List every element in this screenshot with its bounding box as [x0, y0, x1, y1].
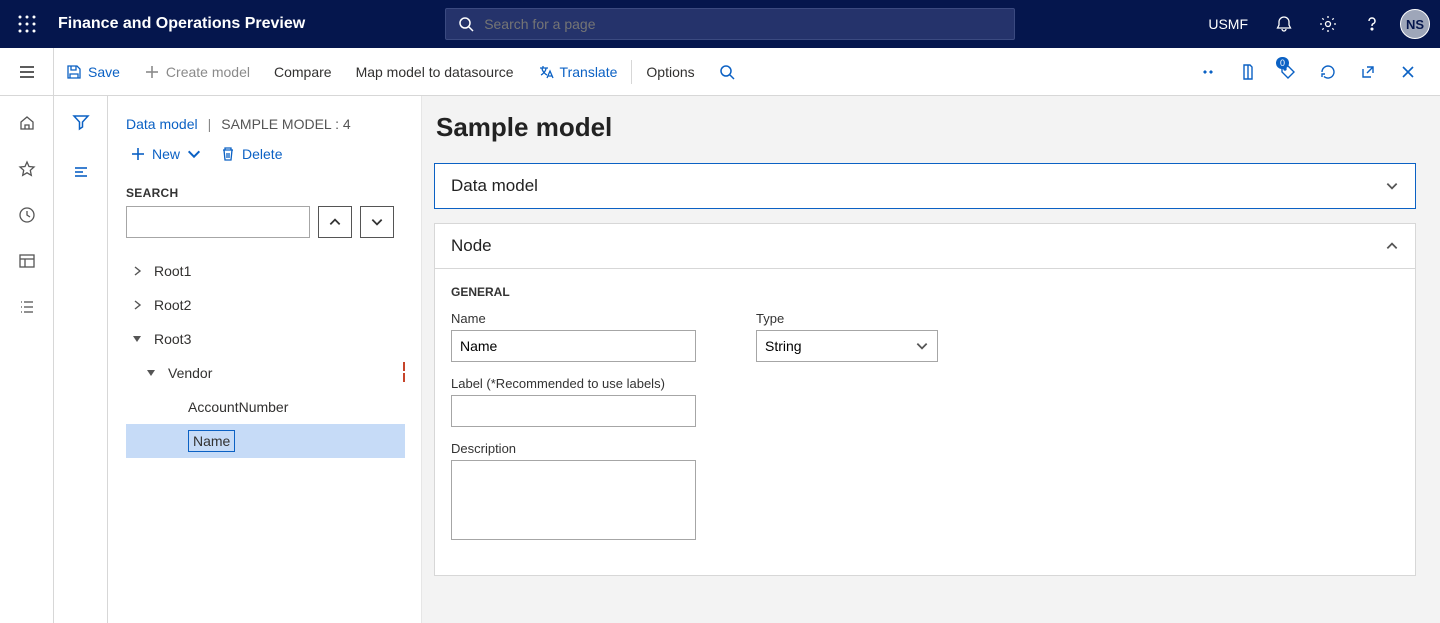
help-icon[interactable] [1350, 0, 1394, 48]
expand-icon[interactable] [130, 264, 144, 278]
translate-icon [538, 64, 554, 80]
options-button[interactable]: Options [634, 48, 706, 96]
tree-node-accountnumber[interactable]: AccountNumber [126, 390, 405, 424]
delete-icon [220, 146, 236, 162]
node-card: Node GENERAL Name Label (*Recommended to… [434, 223, 1416, 576]
modules-icon-button[interactable] [0, 284, 54, 330]
translate-label: Translate [560, 64, 618, 80]
collapse-icon[interactable] [144, 366, 158, 380]
drag-handle-icon[interactable] [403, 362, 405, 382]
global-search[interactable] [445, 8, 1015, 40]
page-title: Sample model [436, 112, 1416, 143]
breadcrumb: Data model | SAMPLE MODEL : 4 [126, 116, 405, 132]
collapse-icon[interactable] [130, 332, 144, 346]
tree-node-root3[interactable]: Root3 [126, 322, 405, 356]
new-node-button[interactable]: New [130, 146, 202, 162]
collapse-panel-icon-button[interactable] [65, 156, 97, 188]
app-launcher-icon[interactable] [0, 0, 54, 48]
create-model-label: Create model [166, 64, 250, 80]
compare-button[interactable]: Compare [262, 48, 344, 96]
label-field-input[interactable] [451, 395, 696, 427]
navigation-rail [0, 96, 54, 623]
search-label: SEARCH [126, 186, 405, 200]
chevron-down-icon [186, 146, 202, 162]
tree-node-vendor[interactable]: Vendor [126, 356, 405, 390]
user-avatar[interactable]: NS [1400, 9, 1430, 39]
tag-badge: 0 [1276, 57, 1289, 69]
company-code[interactable]: USMF [1194, 16, 1262, 32]
model-tree-panel: Data model | SAMPLE MODEL : 4 New Delete… [108, 96, 421, 623]
search-icon [719, 64, 735, 80]
close-icon-button[interactable] [1388, 48, 1428, 96]
workspace: Data model | SAMPLE MODEL : 4 New Delete… [0, 96, 1440, 623]
tree-search-row [126, 206, 405, 238]
save-button[interactable]: Save [54, 48, 132, 96]
breadcrumb-current: SAMPLE MODEL : 4 [221, 116, 350, 132]
home-icon-button[interactable] [0, 100, 54, 146]
settings-icon[interactable] [1306, 0, 1350, 48]
save-icon [66, 64, 82, 80]
type-field-label: Type [756, 311, 938, 326]
tree-node-name[interactable]: Name [126, 424, 405, 458]
general-section-header: GENERAL [451, 285, 1399, 299]
actionbar-divider [631, 60, 632, 84]
tag-icon-button[interactable]: 0 [1268, 48, 1308, 96]
actionbar-search-button[interactable] [707, 48, 747, 96]
top-bar: Finance and Operations Preview USMF NS [0, 0, 1440, 48]
link-icon-button[interactable] [1188, 48, 1228, 96]
data-model-card: Data model [434, 163, 1416, 209]
tree-node-root2[interactable]: Root2 [126, 288, 405, 322]
tree-node-root1[interactable]: Root1 [126, 254, 405, 288]
nav-hamburger-icon[interactable] [0, 48, 54, 96]
type-field-select[interactable]: String [756, 330, 938, 362]
tree-search-input[interactable] [126, 206, 310, 238]
filter-icon-button[interactable] [65, 106, 97, 138]
name-field-label: Name [451, 311, 696, 326]
model-tree: Root1 Root2 Root3 Vendor AccountNumber N… [126, 254, 405, 458]
actionbar-right: 0 [1188, 48, 1440, 96]
create-model-button[interactable]: Create model [132, 48, 262, 96]
refresh-icon-button[interactable] [1308, 48, 1348, 96]
plus-icon [130, 146, 146, 162]
document-icon-button[interactable] [1228, 48, 1268, 96]
tree-toolbar: New Delete [130, 146, 405, 162]
favorites-icon-button[interactable] [0, 146, 54, 192]
chevron-up-icon [1385, 239, 1399, 253]
top-right-controls: USMF NS [1194, 0, 1440, 48]
workspaces-icon-button[interactable] [0, 238, 54, 284]
map-model-to-datasource-button[interactable]: Map model to datasource [344, 48, 526, 96]
translate-button[interactable]: Translate [526, 48, 630, 96]
recent-icon-button[interactable] [0, 192, 54, 238]
open-new-window-icon-button[interactable] [1348, 48, 1388, 96]
description-field-label: Description [451, 441, 696, 456]
node-card-body: GENERAL Name Label (*Recommended to use … [435, 268, 1415, 575]
chevron-down-icon [1385, 179, 1399, 193]
name-field-input[interactable] [451, 330, 696, 362]
delete-node-button[interactable]: Delete [220, 146, 282, 162]
global-search-input[interactable] [484, 16, 1002, 32]
app-title: Finance and Operations Preview [54, 15, 305, 33]
save-label: Save [88, 64, 120, 80]
action-bar: Save Create model Compare Map model to d… [0, 48, 1440, 96]
data-model-card-header[interactable]: Data model [435, 164, 1415, 208]
search-next-button[interactable] [360, 206, 394, 238]
search-prev-button[interactable] [318, 206, 352, 238]
content-area: Sample model Data model Node GENERAL Nam… [421, 96, 1440, 623]
chevron-down-icon [915, 339, 929, 353]
plus-icon [144, 64, 160, 80]
breadcrumb-data-model[interactable]: Data model [126, 116, 198, 132]
description-field-textarea[interactable] [451, 460, 696, 540]
expand-icon[interactable] [130, 298, 144, 312]
label-field-label: Label (*Recommended to use labels) [451, 376, 696, 391]
filter-rail [54, 96, 108, 623]
notifications-icon[interactable] [1262, 0, 1306, 48]
node-card-header[interactable]: Node [435, 224, 1415, 268]
breadcrumb-separator: | [208, 116, 212, 132]
search-icon [458, 16, 474, 32]
